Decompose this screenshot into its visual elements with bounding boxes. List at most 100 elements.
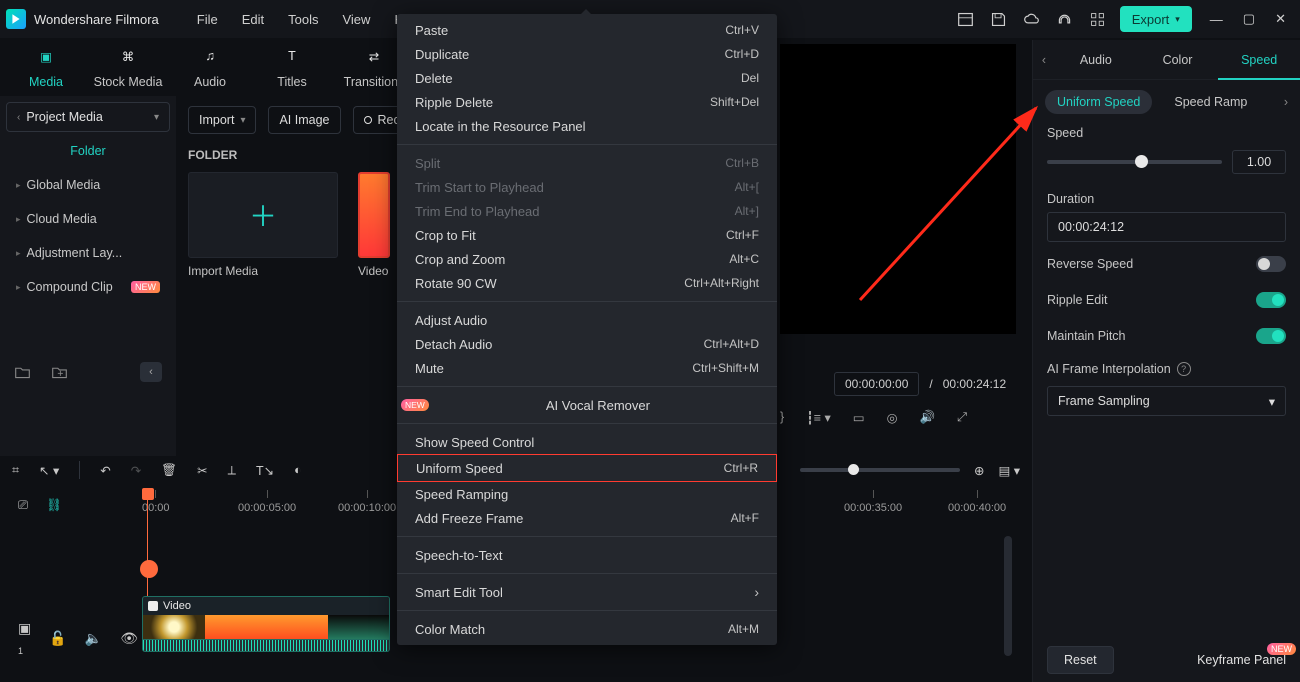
- export-button[interactable]: Export ▾: [1120, 6, 1192, 32]
- cm-speed-ramping[interactable]: Speed Ramping: [397, 482, 777, 506]
- help-icon[interactable]: ?: [1177, 362, 1191, 376]
- ai-image-button[interactable]: AI Image: [268, 106, 340, 134]
- subtabs-scroll-right[interactable]: ›: [1284, 95, 1288, 109]
- zoom-in-icon[interactable]: ⊕: [974, 463, 984, 478]
- crop-icon[interactable]: ⟂: [228, 463, 236, 478]
- tabs-scroll-left[interactable]: ‹: [1033, 53, 1055, 67]
- new-bin-icon[interactable]: [51, 365, 68, 380]
- tab-audio-label: Audio: [194, 75, 226, 89]
- ripple-edit-label: Ripple Edit: [1047, 293, 1107, 307]
- cm-ai-vocal-remover[interactable]: NEWAI Vocal Remover: [397, 393, 777, 417]
- project-media-select[interactable]: ‹ Project Media ▾: [6, 102, 170, 132]
- cm-detach-audio[interactable]: Detach AudioCtrl+Alt+D: [397, 332, 777, 356]
- timeline-scrollbar[interactable]: [1004, 536, 1012, 656]
- tile-import-media[interactable]: ＋ Import Media: [188, 172, 338, 278]
- guides-icon[interactable]: ┇≡ ▾: [806, 410, 831, 425]
- speed-icon[interactable]: ◐: [294, 463, 302, 477]
- support-icon[interactable]: [1056, 11, 1073, 28]
- cm-crop-zoom[interactable]: Crop and ZoomAlt+C: [397, 247, 777, 271]
- apps-icon[interactable]: [1089, 11, 1106, 28]
- undo-icon[interactable]: ↶: [100, 463, 110, 478]
- cm-adjust-audio[interactable]: Adjust Audio: [397, 308, 777, 332]
- minimize-button[interactable]: —: [1210, 12, 1223, 27]
- frame-interp-select[interactable]: Frame Sampling ▾: [1047, 386, 1286, 416]
- delete-icon[interactable]: 🗑: [161, 463, 177, 478]
- panel-collapse-button[interactable]: ‹: [140, 362, 162, 382]
- save-icon[interactable]: [990, 11, 1007, 28]
- close-button[interactable]: ✕: [1275, 11, 1286, 27]
- fullscreen-icon[interactable]: ⤢: [957, 410, 967, 425]
- layout-icon[interactable]: [957, 11, 974, 28]
- tab-stock-media[interactable]: ⌘ Stock Media: [92, 49, 164, 89]
- cm-delete[interactable]: DeleteDel: [397, 66, 777, 90]
- cm-smart-edit-tool[interactable]: Smart Edit Tool: [397, 580, 777, 604]
- subtab-uniform-speed[interactable]: Uniform Speed: [1045, 90, 1152, 114]
- tile-video-clip[interactable]: Video: [358, 172, 390, 278]
- inspector-tab-speed[interactable]: Speed: [1218, 40, 1300, 80]
- redo-icon[interactable]: ↷: [131, 463, 141, 478]
- tree-adjustment-layer[interactable]: ▸ Adjustment Lay...: [6, 236, 170, 270]
- tree-compound-clip[interactable]: ▸ Compound Clip NEW: [6, 270, 170, 304]
- menu-view[interactable]: View: [330, 12, 382, 27]
- preview-timecode: 00:00:00:00 / 00:00:24:12: [834, 372, 1006, 396]
- cm-add-freeze-frame[interactable]: Add Freeze FrameAlt+F: [397, 506, 777, 530]
- cm-ripple-delete[interactable]: Ripple DeleteShift+Del: [397, 90, 777, 114]
- snapshot-icon[interactable]: ◎: [887, 410, 898, 425]
- chevron-down-icon: ▾: [1175, 14, 1180, 25]
- cm-rotate[interactable]: Rotate 90 CWCtrl+Alt+Right: [397, 271, 777, 295]
- maximize-button[interactable]: ▢: [1243, 11, 1255, 27]
- ripple-edit-toggle[interactable]: [1256, 292, 1286, 308]
- inspector-tab-audio[interactable]: Audio: [1055, 53, 1137, 67]
- menu-file[interactable]: File: [185, 12, 230, 27]
- reverse-speed-toggle[interactable]: [1256, 256, 1286, 272]
- cm-speech-to-text[interactable]: Speech-to-Text: [397, 543, 777, 567]
- ruler-tick: 00:00:40:00: [948, 502, 1006, 514]
- text-icon[interactable]: T↘: [256, 463, 274, 478]
- volume-icon[interactable]: 🔊: [920, 410, 936, 425]
- tab-titles[interactable]: T Titles: [256, 49, 328, 89]
- cm-show-speed-control[interactable]: Show Speed Control: [397, 430, 777, 454]
- track-lock-icon[interactable]: 🔓: [49, 630, 66, 647]
- duration-field[interactable]: 00:00:24:12: [1047, 212, 1286, 242]
- tree-global-media[interactable]: ▸ Global Media: [6, 168, 170, 202]
- cursor-tool-icon[interactable]: ↖ ▾: [39, 463, 59, 478]
- menu-tools[interactable]: Tools: [276, 12, 330, 27]
- tree-label: Cloud Media: [27, 212, 97, 226]
- display-icon[interactable]: ▭: [853, 410, 865, 425]
- maintain-pitch-toggle[interactable]: [1256, 328, 1286, 344]
- new-folder-icon[interactable]: [14, 365, 31, 380]
- cloud-icon[interactable]: [1023, 11, 1040, 28]
- tab-audio[interactable]: ♫ Audio: [174, 49, 246, 89]
- cm-locate[interactable]: Locate in the Resource Panel: [397, 114, 777, 138]
- link-icon[interactable]: ⛓: [46, 498, 62, 513]
- auto-ripple-icon[interactable]: ⌗: [12, 463, 19, 478]
- speed-slider[interactable]: [1047, 160, 1222, 164]
- cm-duplicate[interactable]: DuplicateCtrl+D: [397, 42, 777, 66]
- cm-crop-fit[interactable]: Crop to FitCtrl+F: [397, 223, 777, 247]
- track-mute-icon[interactable]: 🔈: [85, 630, 102, 647]
- track-visible-icon[interactable]: 👁: [120, 630, 138, 647]
- tree-cloud-media[interactable]: ▸ Cloud Media: [6, 202, 170, 236]
- arrange-icon[interactable]: ⎚: [18, 498, 28, 513]
- import-button[interactable]: Import ▾: [188, 106, 256, 134]
- subtab-speed-ramp[interactable]: Speed Ramp: [1162, 90, 1259, 114]
- tab-media[interactable]: ▣ Media: [10, 49, 82, 89]
- speed-value[interactable]: 1.00: [1232, 150, 1286, 174]
- cm-paste[interactable]: PasteCtrl+V: [397, 18, 777, 42]
- chevron-down-icon: ▾: [240, 115, 245, 126]
- inspector-tab-color[interactable]: Color: [1137, 53, 1219, 67]
- keyframe-panel-button[interactable]: Keyframe Panel NEW: [1197, 653, 1286, 667]
- track-type-icon[interactable]: ▣ 1: [18, 620, 31, 656]
- split-icon[interactable]: ✂: [197, 463, 207, 478]
- reset-button[interactable]: Reset: [1047, 646, 1114, 674]
- cm-color-match[interactable]: Color MatchAlt+M: [397, 617, 777, 641]
- timeline-view-icon[interactable]: ▤ ▾: [998, 463, 1020, 478]
- marker-out-icon[interactable]: }: [780, 410, 784, 425]
- cm-split: SplitCtrl+B: [397, 151, 777, 175]
- menu-edit[interactable]: Edit: [230, 12, 276, 27]
- cm-mute[interactable]: MuteCtrl+Shift+M: [397, 356, 777, 380]
- timeline-clip[interactable]: Video: [142, 596, 390, 652]
- zoom-slider[interactable]: [800, 468, 960, 472]
- playhead-handle[interactable]: [142, 488, 154, 500]
- cm-uniform-speed[interactable]: Uniform SpeedCtrl+R: [397, 454, 777, 482]
